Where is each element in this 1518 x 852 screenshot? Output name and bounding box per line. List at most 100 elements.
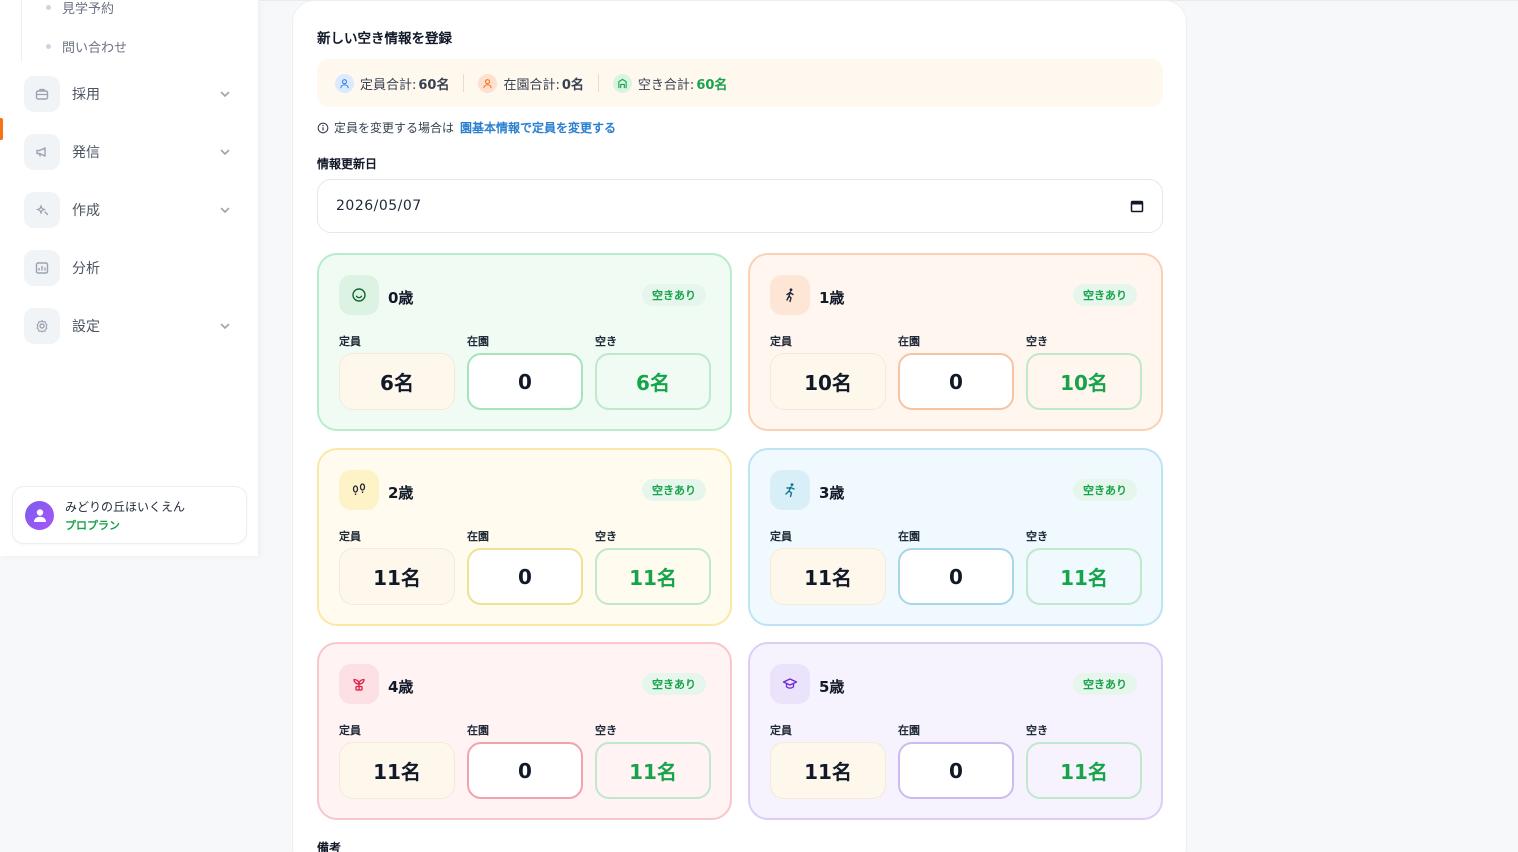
walking-icon [770, 275, 810, 315]
divider [463, 74, 465, 92]
sparkle-icon [24, 192, 60, 228]
enrolled-input[interactable]: 0 [898, 353, 1014, 410]
vacancy-value: 11名 [1026, 548, 1142, 605]
megaphone-icon [24, 134, 60, 170]
enrolled-input[interactable]: 0 [898, 548, 1014, 605]
vacancy-value: 10名 [1026, 353, 1142, 410]
summary-enrolled-label: 在園合計: [503, 77, 560, 93]
footprints-icon [339, 470, 379, 510]
summary-capacity: 定員合計: 60名 [335, 73, 450, 93]
summary-capacity-value: 60名 [418, 77, 450, 93]
capacity-value: 11名 [770, 548, 886, 605]
age-title: 2歳 [388, 484, 414, 502]
edit-capacity-link[interactable]: 園基本情報で定員を変更する [460, 119, 616, 136]
enrolled-label: 在園 [467, 530, 489, 543]
chevron-down-icon[interactable] [218, 87, 232, 101]
capacity-label: 定員 [339, 530, 361, 543]
vacancy-label: 空き [595, 724, 617, 737]
age-title: 4歳 [388, 678, 414, 696]
sidebar-item-label: 設定 [72, 319, 100, 335]
form-title: 新しい空き情報を登録 [317, 31, 452, 47]
user-plan: プロプラン [65, 518, 120, 532]
vacancy-status-badge: 空きあり [642, 673, 706, 695]
summary-capacity-label: 定員合計: [360, 77, 417, 93]
sidebar-item-analytics[interactable]: 分析 [24, 248, 240, 288]
enrolled-input[interactable]: 0 [467, 548, 583, 605]
vacancy-label: 空き [595, 530, 617, 543]
gear-icon [24, 308, 60, 344]
submenu-guide-line [21, 0, 22, 62]
capacity-value: 11名 [770, 742, 886, 799]
age-card-3: 3歳 空きあり定員 在園 空き 11名 0 11名 [748, 448, 1163, 626]
sidebar-item-settings[interactable]: 設定 [24, 306, 240, 346]
sidebar-subitem-label: 問い合わせ [62, 41, 128, 56]
vacancy-value: 6名 [595, 353, 711, 410]
age-card-4: 4歳 空きあり 定員 在園 空き 11名 0 11名 [317, 642, 732, 820]
date-label: 情報更新日 [317, 157, 378, 171]
chevron-down-icon[interactable] [218, 319, 232, 333]
vacancy-value: 11名 [1026, 742, 1142, 799]
enrolled-input[interactable]: 0 [467, 353, 583, 410]
age-card-5: 5歳 空きあり 定員 在園 空き 11名 0 11名 [748, 642, 1163, 820]
sprout-icon [339, 664, 379, 704]
vacancy-label: 空き [1026, 335, 1048, 348]
vacancy-value: 11名 [595, 548, 711, 605]
users-icon [335, 73, 354, 93]
graduation-cap-icon [770, 664, 810, 704]
sidebar-item-label: 分析 [72, 261, 100, 277]
user-card[interactable]: みどりの丘ほいくえん プロプラン [12, 486, 247, 544]
enrolled-input[interactable]: 0 [898, 742, 1014, 799]
summary-enrolled: 在園合計: 0名 [478, 73, 584, 93]
sidebar-item-recruit[interactable]: 採用 [24, 74, 240, 114]
chevron-down-icon[interactable] [218, 145, 232, 159]
sidebar-item-label: 作成 [72, 203, 100, 219]
enrolled-label: 在園 [467, 724, 489, 737]
sidebar-item-create[interactable]: 作成 [24, 190, 240, 230]
capacity-note: 定員を変更する場合は 園基本情報で定員を変更する [317, 119, 616, 136]
enrolled-label: 在園 [467, 335, 489, 348]
vacancy-status-badge: 空きあり [642, 479, 706, 501]
capacity-value: 11名 [339, 548, 455, 605]
enrolled-label: 在園 [898, 335, 920, 348]
remarks-label: 備考 [317, 841, 342, 852]
enrolled-input[interactable]: 0 [467, 742, 583, 799]
info-icon [317, 122, 329, 133]
chart-icon [24, 250, 60, 286]
age-title: 0歳 [388, 289, 414, 307]
age-title: 5歳 [819, 678, 845, 696]
chevron-down-icon[interactable] [218, 203, 232, 217]
capacity-label: 定員 [770, 530, 792, 543]
summary-vacancy: 空き合計: 60名 [612, 73, 728, 93]
date-value: 2026/05/07 [336, 198, 422, 214]
capacity-label: 定員 [770, 335, 792, 348]
sidebar-item-label: 発信 [72, 145, 100, 161]
capacity-value: 11名 [339, 742, 455, 799]
sidebar-subitem-tour[interactable]: 見学予約 [46, 0, 114, 17]
vacancy-status-badge: 空きあり [1073, 479, 1137, 501]
active-indicator [0, 118, 3, 140]
vacancy-label: 空き [1026, 724, 1048, 737]
note-text: 定員を変更する場合は [334, 121, 455, 135]
vacancy-form-card: 新しい空き情報を登録 定員合計: 60名 在園合計: 0名 空き合計: 60名 [292, 0, 1187, 852]
sidebar-item-publish[interactable]: 発信 [24, 132, 240, 172]
enrolled-label: 在園 [898, 530, 920, 543]
running-icon [770, 470, 810, 510]
summary-vacancy-value: 60名 [696, 77, 728, 93]
summary-vacancy-label: 空き合計: [637, 77, 695, 93]
calendar-icon[interactable] [1130, 199, 1144, 213]
summary-enrolled-value: 0名 [561, 77, 584, 93]
vacancy-value: 11名 [595, 742, 711, 799]
age-title: 1歳 [819, 289, 845, 307]
capacity-value: 6名 [339, 353, 455, 410]
sidebar-subitem-inquiry[interactable]: 問い合わせ [46, 37, 127, 56]
enrolled-label: 在園 [898, 724, 920, 737]
vacancy-label: 空き [1026, 530, 1048, 543]
age-title: 3歳 [819, 484, 845, 502]
user-name: みどりの丘ほいくえん [65, 499, 186, 514]
capacity-value: 10名 [770, 353, 886, 410]
vacancy-status-badge: 空きあり [1073, 673, 1137, 695]
building-icon [612, 73, 632, 93]
bullet-icon [46, 5, 51, 10]
update-date-input[interactable]: 2026/05/07 [317, 179, 1163, 233]
vacancy-status-badge: 空きあり [1073, 284, 1137, 306]
